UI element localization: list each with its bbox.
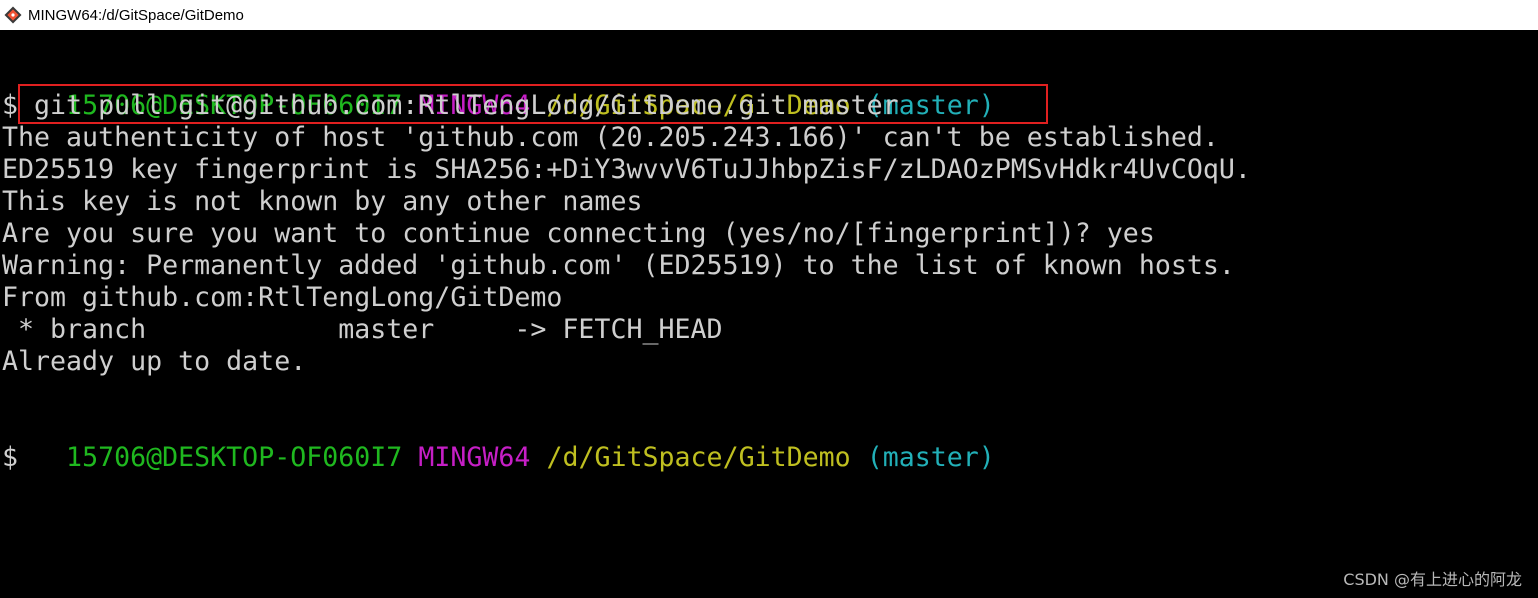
output-line: Are you sure you want to continue connec… [2,218,1155,249]
output-line: This key is not known by any other names [2,186,643,217]
output-line: * branch master -> FETCH_HEAD [2,314,723,345]
command-highlight-box [18,84,1048,124]
output-line: ED25519 key fingerprint is SHA256:+DiY3w… [2,154,1251,185]
git-bash-icon [4,6,22,24]
watermark: CSDN @有上进心的阿龙 [1343,570,1522,589]
prompt-system: MINGW64 [418,442,531,473]
output-line: Already up to date. [2,346,307,377]
title-bar: MINGW64:/d/GitSpace/GitDemo [0,0,1538,30]
prompt-user-host: 15706@DESKTOP-OF060I7 [66,442,403,473]
output-line: From github.com:RtlTengLong/GitDemo [2,282,563,313]
window-title: MINGW64:/d/GitSpace/GitDemo [28,6,244,24]
output-line: Warning: Permanently added 'github.com' … [2,250,1235,281]
input-line[interactable]: $ [2,442,18,474]
prompt-symbol: $ [2,90,19,121]
output-line: The authenticity of host 'github.com (20… [2,122,1219,153]
prompt-line: 15706@DESKTOP-OF060I7 MINGW64 /d/GitSpac… [2,410,995,473]
prompt-symbol: $ [2,442,19,473]
terminal-output[interactable]: 15706@DESKTOP-OF060I7 MINGW64 /d/GitSpac… [0,58,1538,598]
prompt-path: /d/GitSpace/GitDemo [546,442,851,473]
prompt-branch: (master) [866,442,995,473]
